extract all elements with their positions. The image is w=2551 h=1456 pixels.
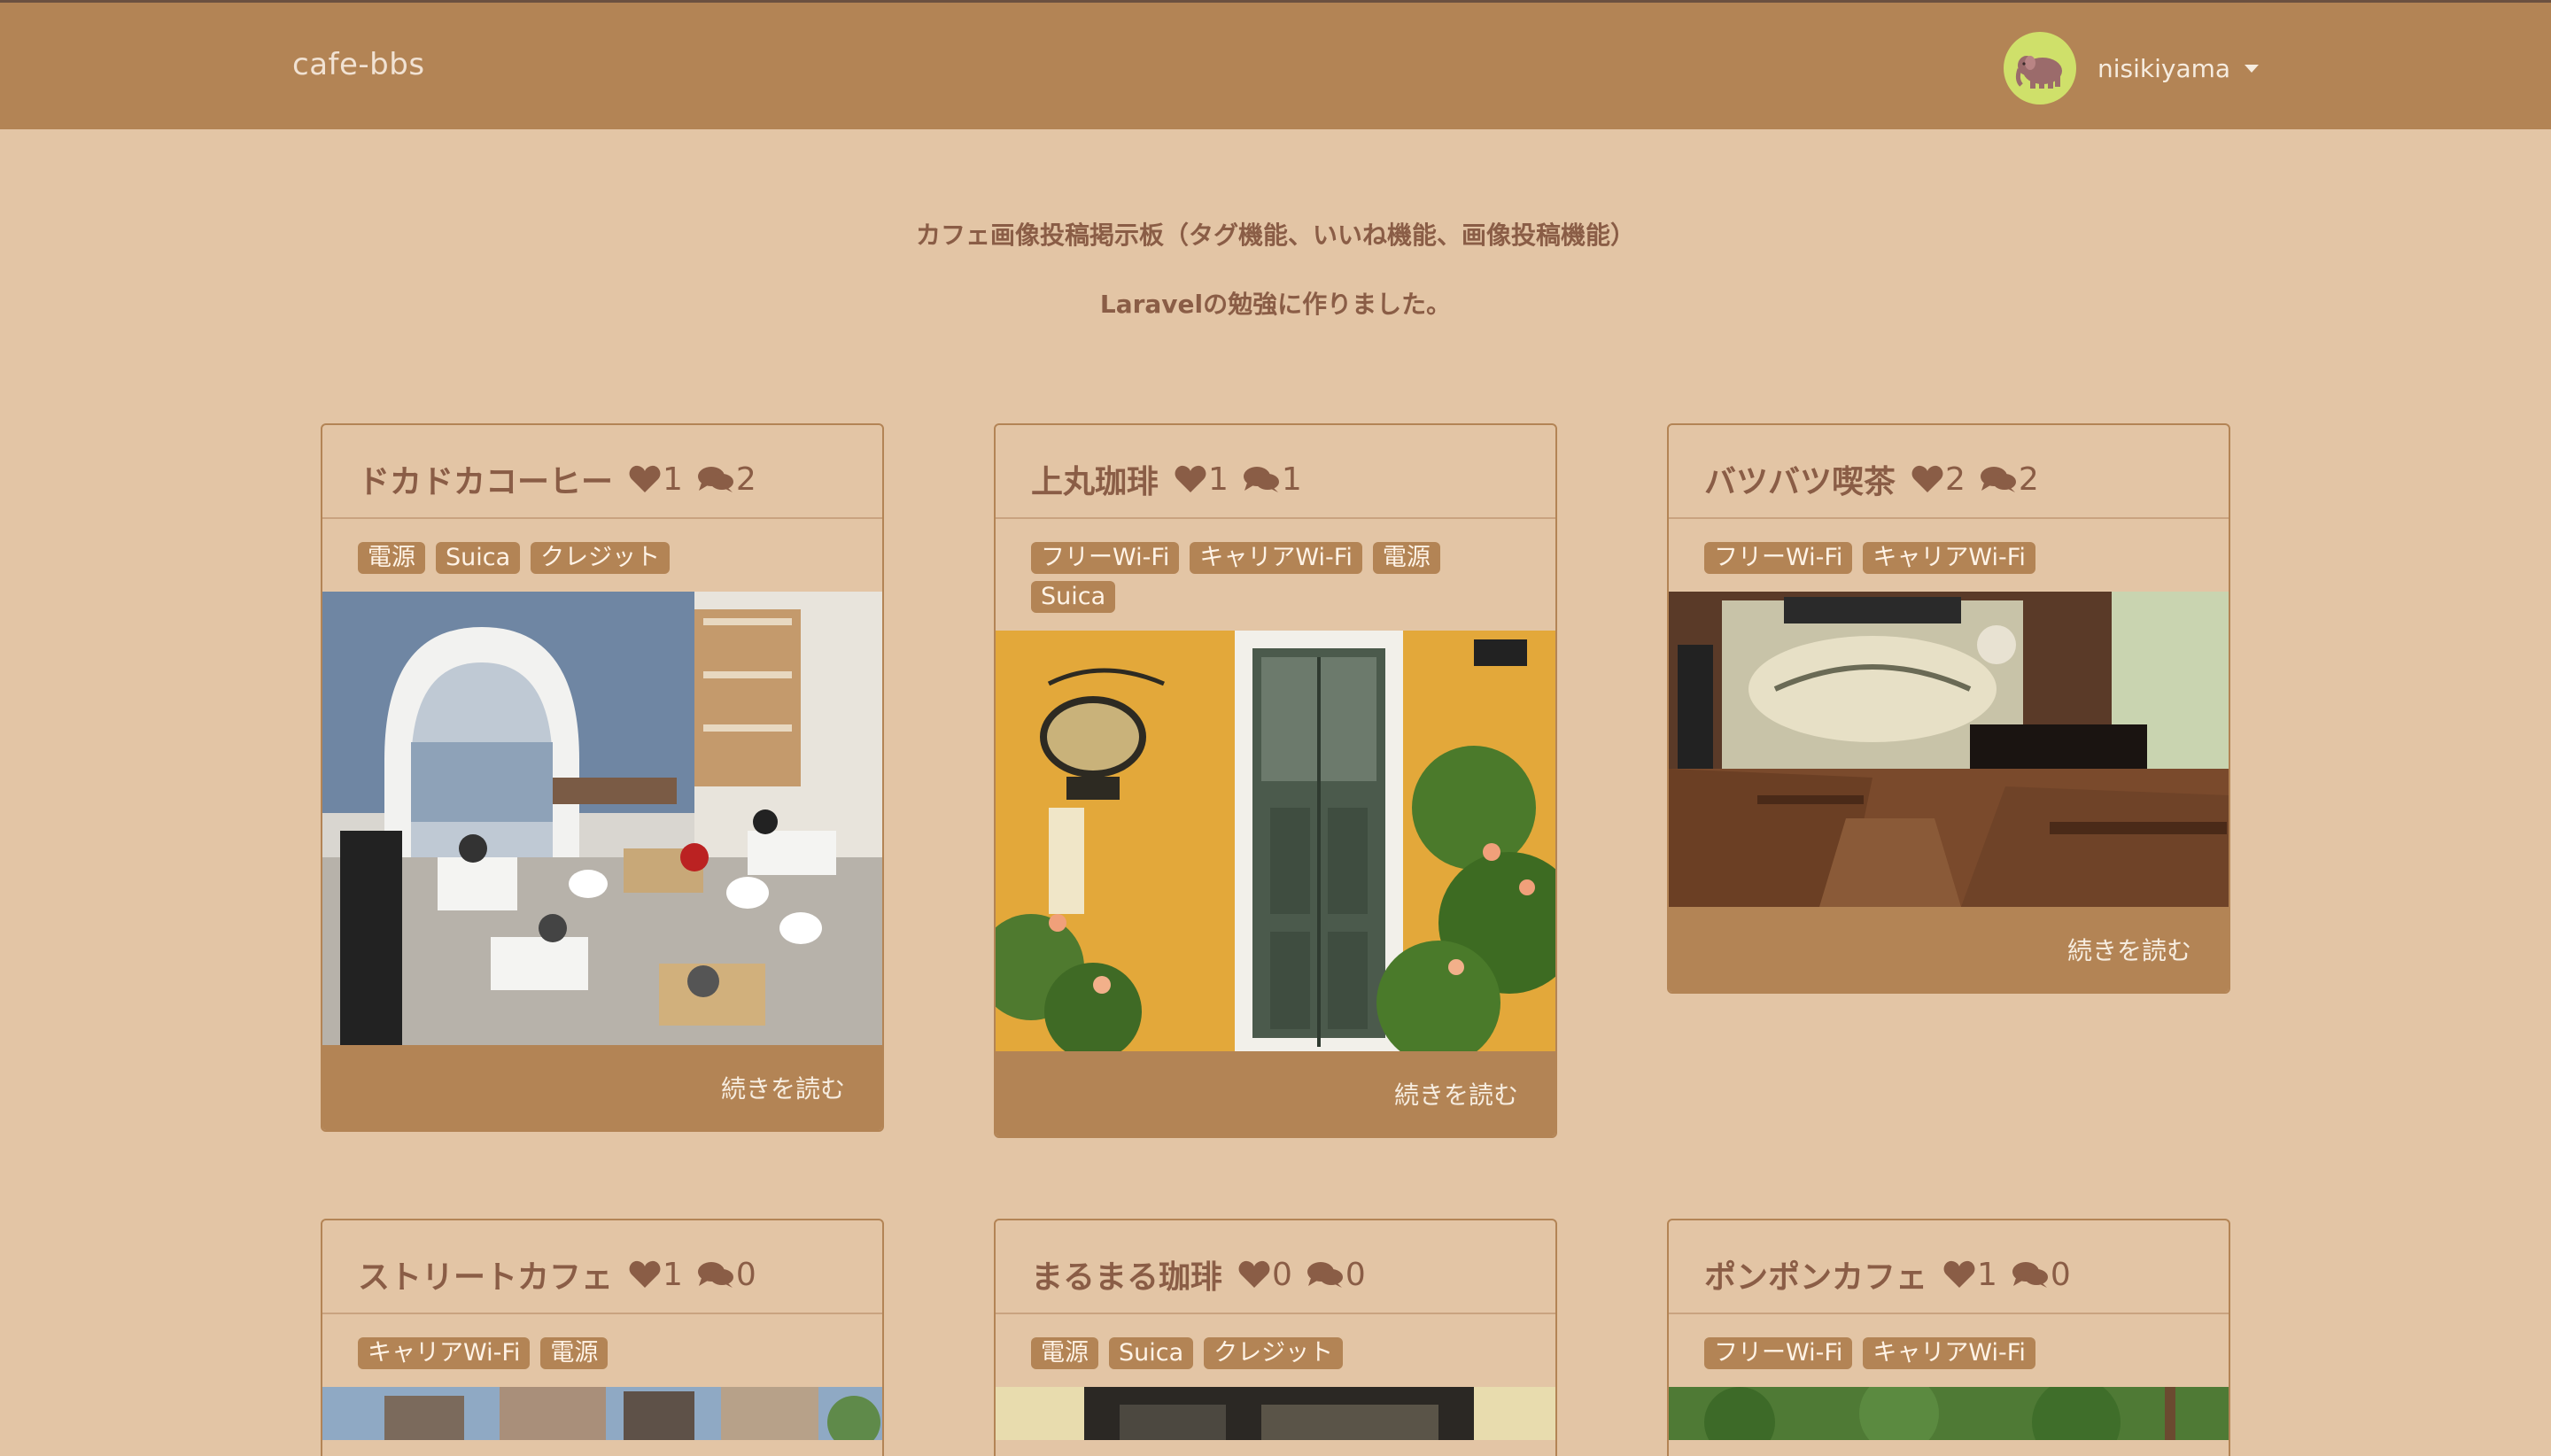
tag-list: キャリアWi-Fi 電源 (322, 1314, 882, 1387)
post-title[interactable]: まるまる珈琲 (1031, 1251, 1222, 1297)
post-title[interactable]: 上丸珈琲 (1031, 456, 1159, 502)
post-card[interactable]: ストリートカフェ 1 0 キャリアWi-Fi 電源 (321, 1219, 884, 1456)
chevron-down-icon[interactable] (2245, 64, 2260, 73)
comments-icon (1243, 467, 1279, 492)
tag[interactable]: Suica (1109, 1337, 1194, 1369)
comments[interactable]: 0 (1307, 1257, 1366, 1293)
intro-subtitle: Laravelの勉強に作りました。 (1099, 290, 1452, 319)
post-card[interactable]: 上丸珈琲 1 1 フリーWi-Fi キャリアWi-Fi 電源 Suica 続きを… (994, 423, 1557, 1138)
card-footer: 続きを読む (322, 1045, 882, 1130)
tag[interactable]: フリーWi-Fi (1704, 1337, 1853, 1369)
comments-icon (1307, 1262, 1343, 1288)
comments-icon (697, 1262, 733, 1288)
comments[interactable]: 0 (697, 1257, 756, 1293)
elephant-icon (2015, 56, 2062, 89)
tag[interactable]: Suica (436, 542, 521, 574)
like-count: 1 (663, 461, 683, 498)
comments[interactable]: 2 (697, 461, 756, 498)
likes[interactable]: 0 (1238, 1257, 1292, 1293)
avatar[interactable] (2004, 32, 2076, 105)
heart-icon (1943, 1260, 1975, 1288)
tag[interactable]: クレジット (1204, 1337, 1344, 1369)
tag[interactable]: フリーWi-Fi (1704, 542, 1853, 574)
likes[interactable]: 1 (1943, 1257, 1997, 1293)
comment-count: 0 (735, 1256, 756, 1293)
likes[interactable]: 2 (1911, 461, 1966, 498)
tag-list: フリーWi-Fi キャリアWi-Fi (1669, 1314, 2229, 1387)
like-count: 1 (663, 1256, 683, 1293)
post-image (996, 631, 1555, 1051)
card-header: 上丸珈琲 1 1 (996, 425, 1555, 519)
likes[interactable]: 1 (629, 1257, 683, 1293)
card-header: ドカドカコーヒー 1 2 (322, 425, 882, 519)
card-header: バツバツ喫茶 2 2 (1669, 425, 2229, 519)
likes[interactable]: 1 (629, 461, 683, 498)
tag[interactable]: 電源 (1031, 1337, 1098, 1369)
tag-list: フリーWi-Fi キャリアWi-Fi 電源 Suica (996, 519, 1555, 631)
comments[interactable]: 0 (2012, 1257, 2071, 1293)
read-more-link[interactable]: 続きを読む (1394, 1076, 1518, 1111)
post-title[interactable]: ストリートカフェ (358, 1251, 613, 1297)
likes[interactable]: 1 (1175, 461, 1229, 498)
post-image (322, 1387, 882, 1440)
tag[interactable]: 電源 (358, 542, 425, 574)
comment-count: 2 (735, 461, 756, 498)
post-title[interactable]: バツバツ喫茶 (1704, 456, 1896, 502)
tag[interactable]: キャリアWi-Fi (1863, 1337, 2035, 1369)
post-card[interactable]: まるまる珈琲 0 0 電源 Suica クレジット (994, 1219, 1557, 1456)
heart-icon (629, 465, 661, 492)
card-header: ポンポンカフェ 1 0 (1669, 1220, 2229, 1314)
card-footer: 続きを読む (1669, 907, 2229, 992)
comments[interactable]: 1 (1243, 461, 1302, 498)
comment-count: 0 (1345, 1256, 1366, 1293)
comments-icon (697, 467, 733, 492)
post-card[interactable]: ポンポンカフェ 1 0 フリーWi-Fi キャリアWi-Fi (1667, 1219, 2230, 1456)
read-more-link[interactable]: 続きを読む (721, 1070, 845, 1105)
tag[interactable]: フリーWi-Fi (1031, 542, 1180, 574)
heart-icon (629, 1260, 661, 1288)
heart-icon (1911, 465, 1943, 492)
user-menu[interactable]: nisikiyama (2004, 32, 2260, 105)
like-count: 0 (1272, 1256, 1292, 1293)
comment-count: 0 (2050, 1256, 2071, 1293)
tag[interactable]: キャリアWi-Fi (358, 1337, 531, 1369)
tag[interactable]: 電源 (1372, 542, 1440, 574)
brand-link[interactable]: cafe-bbs (292, 47, 425, 82)
post-image (1669, 592, 2229, 907)
card-header: ストリートカフェ 1 0 (322, 1220, 882, 1314)
heart-icon (1238, 1260, 1270, 1288)
comment-count: 1 (1281, 461, 1302, 498)
tag-list: 電源 Suica クレジット (322, 519, 882, 592)
post-image (322, 592, 882, 1045)
tag[interactable]: 電源 (540, 1337, 609, 1369)
like-count: 2 (1945, 461, 1966, 498)
tag-list: フリーWi-Fi キャリアWi-Fi (1669, 519, 2229, 592)
tag[interactable]: Suica (1031, 581, 1116, 613)
heart-icon (1175, 465, 1206, 492)
tag[interactable]: クレジット (531, 542, 671, 574)
post-title[interactable]: ドカドカコーヒー (358, 456, 613, 502)
comments[interactable]: 2 (1980, 461, 2039, 498)
tag-list: 電源 Suica クレジット (996, 1314, 1555, 1387)
card-header: まるまる珈琲 0 0 (996, 1220, 1555, 1314)
like-count: 1 (1208, 461, 1229, 498)
post-title[interactable]: ポンポンカフェ (1704, 1251, 1927, 1297)
comment-count: 2 (2018, 461, 2039, 498)
post-card[interactable]: バツバツ喫茶 2 2 フリーWi-Fi キャリアWi-Fi 続きを読む (1667, 423, 2230, 994)
post-card[interactable]: ドカドカコーヒー 1 2 電源 Suica クレジット 続きを読む (321, 423, 884, 1132)
tag[interactable]: キャリアWi-Fi (1190, 542, 1362, 574)
post-image (996, 1387, 1555, 1440)
post-image (1669, 1387, 2229, 1440)
comments-icon (1980, 467, 2016, 492)
username[interactable]: nisikiyama (2097, 54, 2230, 83)
card-footer: 続きを読む (996, 1051, 1555, 1136)
intro-title: カフェ画像投稿掲示板（タグ機能、いいね機能、画像投稿機能） (915, 221, 1635, 250)
tag[interactable]: キャリアWi-Fi (1863, 542, 2035, 574)
read-more-link[interactable]: 続きを読む (2067, 932, 2191, 967)
navbar: cafe-bbs nisikiyama (0, 0, 2551, 129)
like-count: 1 (1977, 1256, 1997, 1293)
comments-icon (2012, 1262, 2048, 1288)
